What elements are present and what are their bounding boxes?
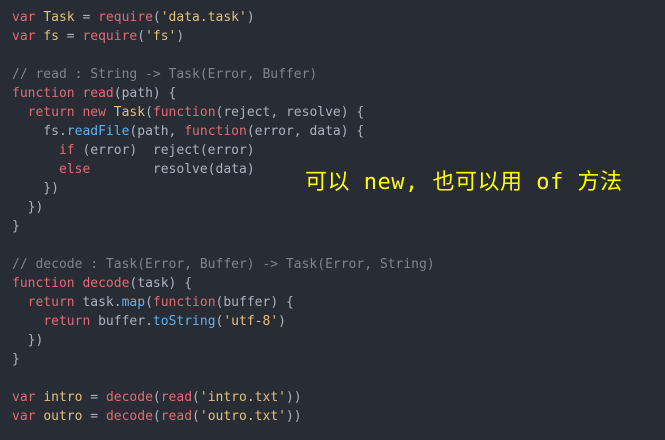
code-line: }	[12, 350, 435, 369]
code-token: ))	[285, 390, 302, 405]
code-token: if	[58, 143, 75, 158]
code-token: var	[12, 10, 36, 25]
code-token: intro	[43, 390, 83, 405]
code-token: (	[145, 295, 153, 310]
code-token: (	[145, 105, 153, 120]
code-line: function read(path) {	[12, 84, 435, 103]
code-token: (	[152, 390, 161, 405]
code-token: return	[27, 105, 75, 120]
code-token: })	[12, 333, 44, 348]
code-line: var Task = require('data.task')	[12, 8, 435, 27]
code-token: (reject, resolve) {	[215, 105, 365, 120]
code-token: Task	[113, 105, 146, 120]
code-token: (	[192, 409, 200, 424]
code-line: // read : String -> Task(Error, Buffer)	[12, 65, 435, 84]
code-token: read	[160, 390, 193, 405]
code-token: =	[58, 29, 83, 44]
code-token: read	[82, 86, 114, 101]
code-token: return	[43, 314, 91, 329]
code-token: function	[152, 295, 216, 310]
code-token: )	[278, 314, 286, 329]
code-token: var	[12, 29, 36, 44]
code-token: var	[12, 390, 36, 405]
code-line: return task.map(function(buffer) {	[12, 293, 435, 312]
code-token: map	[121, 295, 146, 310]
code-line: if (error) reject(error)	[12, 141, 435, 160]
code-token: (error) reject(error)	[74, 143, 255, 158]
code-token: decode	[82, 276, 130, 291]
code-token: function	[12, 86, 75, 101]
code-token: (task) {	[129, 276, 193, 291]
code-line: var fs = require('fs')	[12, 27, 435, 46]
code-token: }	[12, 219, 20, 234]
code-token: (	[192, 390, 200, 405]
code-token: }	[12, 352, 20, 367]
code-token: =	[74, 10, 99, 25]
code-token: })	[12, 181, 59, 196]
code-token: 'data.task'	[160, 10, 247, 25]
code-token: 'outro.txt'	[199, 409, 286, 424]
code-token: fs.	[12, 124, 67, 139]
code-line: return new Task(function(reject, resolve…	[12, 103, 435, 122]
code-token: (	[152, 409, 161, 424]
code-token: function	[184, 124, 247, 139]
code-token: =	[82, 390, 106, 405]
code-token: })	[12, 200, 44, 215]
code-token: Task	[43, 10, 75, 25]
code-line: return buffer.toString('utf-8')	[12, 312, 435, 331]
code-token: resolve(data)	[90, 162, 255, 177]
code-token: (buffer) {	[215, 295, 294, 310]
code-token: readFile	[66, 124, 130, 139]
code-token: (path,	[129, 124, 185, 139]
code-line: function decode(task) {	[12, 274, 435, 293]
code-token: )	[176, 29, 185, 44]
code-token: task.	[74, 295, 122, 310]
code-token: require	[82, 29, 138, 44]
code-token: ))	[285, 409, 302, 424]
code-token: var	[12, 409, 36, 424]
code-token: (error, data) {	[246, 124, 365, 139]
code-token: 'intro.txt'	[199, 390, 286, 405]
code-token: function	[152, 105, 216, 120]
code-token: 'fs'	[145, 29, 177, 44]
code-token: =	[82, 409, 106, 424]
code-token: 'utf-8'	[223, 314, 279, 329]
code-token: decode	[105, 390, 153, 405]
code-line: // decode : Task(Error, Buffer) -> Task(…	[12, 255, 435, 274]
code-token: (	[152, 10, 161, 25]
code-token: function	[12, 276, 75, 291]
code-line: })	[12, 331, 435, 350]
code-token: )	[246, 10, 255, 25]
code-line: }	[12, 217, 435, 236]
code-token: read	[160, 409, 193, 424]
code-token: // decode : Task(Error, Buffer) -> Task(…	[12, 257, 435, 272]
code-token: new	[82, 105, 106, 120]
code-token: outro	[43, 409, 83, 424]
code-line: var outro = decode(read('outro.txt'))	[12, 407, 435, 426]
code-token: buffer.	[90, 314, 153, 329]
code-token: fs	[43, 29, 59, 44]
annotation-text: 可以 new, 也可以用 of 方法	[305, 170, 623, 195]
code-token: // read : String -> Task(Error, Buffer)	[12, 67, 318, 82]
code-line: })	[12, 198, 435, 217]
code-token: return	[27, 295, 75, 310]
code-token: require	[98, 10, 153, 25]
code-token: decode	[105, 409, 153, 424]
code-line: var intro = decode(read('intro.txt'))	[12, 388, 435, 407]
code-token: toString	[152, 314, 216, 329]
code-editor[interactable]: var Task = require('data.task') var fs = …	[12, 8, 435, 426]
code-token: (	[137, 29, 146, 44]
code-token: else	[58, 162, 91, 177]
code-line: fs.readFile(path, function(error, data) …	[12, 122, 435, 141]
code-token: (path) {	[113, 86, 177, 101]
